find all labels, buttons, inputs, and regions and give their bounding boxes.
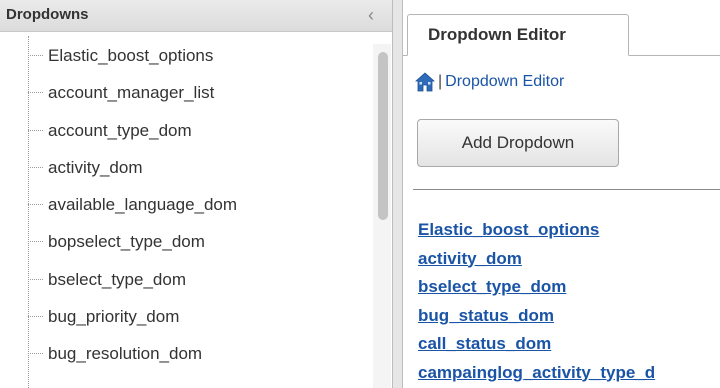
panel-header: Dropdowns ‹ bbox=[0, 0, 392, 32]
dropdown-link[interactable]: activity_dom bbox=[418, 245, 720, 274]
tree-item[interactable]: bug_resolution_dom bbox=[0, 344, 372, 381]
dropdown-tree: Elastic_boost_options account_manager_li… bbox=[0, 46, 372, 382]
dropdown-link[interactable]: bselect_type_dom bbox=[418, 273, 720, 302]
tree-item[interactable]: bselect_type_dom bbox=[0, 270, 372, 307]
tree-item[interactable]: Elastic_boost_options bbox=[0, 46, 372, 83]
breadcrumb-separator: | bbox=[438, 73, 443, 90]
tab-dropdown-editor[interactable]: Dropdown Editor bbox=[407, 14, 629, 56]
tree-item[interactable]: available_language_dom bbox=[0, 195, 372, 232]
dropdowns-panel: Dropdowns ‹ Elastic_boost_options accoun… bbox=[0, 0, 392, 388]
tree-item[interactable]: account_manager_list bbox=[0, 83, 372, 120]
dropdown-link-list: Elastic_boost_options activity_dom bsele… bbox=[418, 216, 720, 387]
tree-item[interactable]: bug_priority_dom bbox=[0, 307, 372, 344]
scrollbar-thumb[interactable] bbox=[378, 52, 388, 220]
dropdown-link[interactable]: bug_status_dom bbox=[418, 302, 720, 331]
home-icon[interactable] bbox=[415, 72, 435, 92]
breadcrumb: | Dropdown Editor bbox=[415, 70, 564, 94]
breadcrumb-link[interactable]: Dropdown Editor bbox=[445, 73, 564, 91]
dropdown-link[interactable]: campainglog_activity_type_d bbox=[418, 359, 720, 388]
tree-item[interactable]: bopselect_type_dom bbox=[0, 232, 372, 269]
dropdown-link[interactable]: Elastic_boost_options bbox=[418, 216, 720, 245]
tree-item[interactable]: activity_dom bbox=[0, 158, 372, 195]
editor-panel: Dropdown Editor | Dropdown Editor Add Dr… bbox=[403, 0, 720, 388]
panel-splitter[interactable] bbox=[392, 0, 403, 388]
panel-title: Dropdowns bbox=[6, 6, 89, 23]
tree-item[interactable]: account_type_dom bbox=[0, 121, 372, 158]
add-dropdown-button[interactable]: Add Dropdown bbox=[417, 119, 619, 167]
dropdown-link[interactable]: call_status_dom bbox=[418, 330, 720, 359]
chevron-left-icon[interactable]: ‹ bbox=[362, 4, 380, 26]
section-divider bbox=[413, 189, 720, 190]
